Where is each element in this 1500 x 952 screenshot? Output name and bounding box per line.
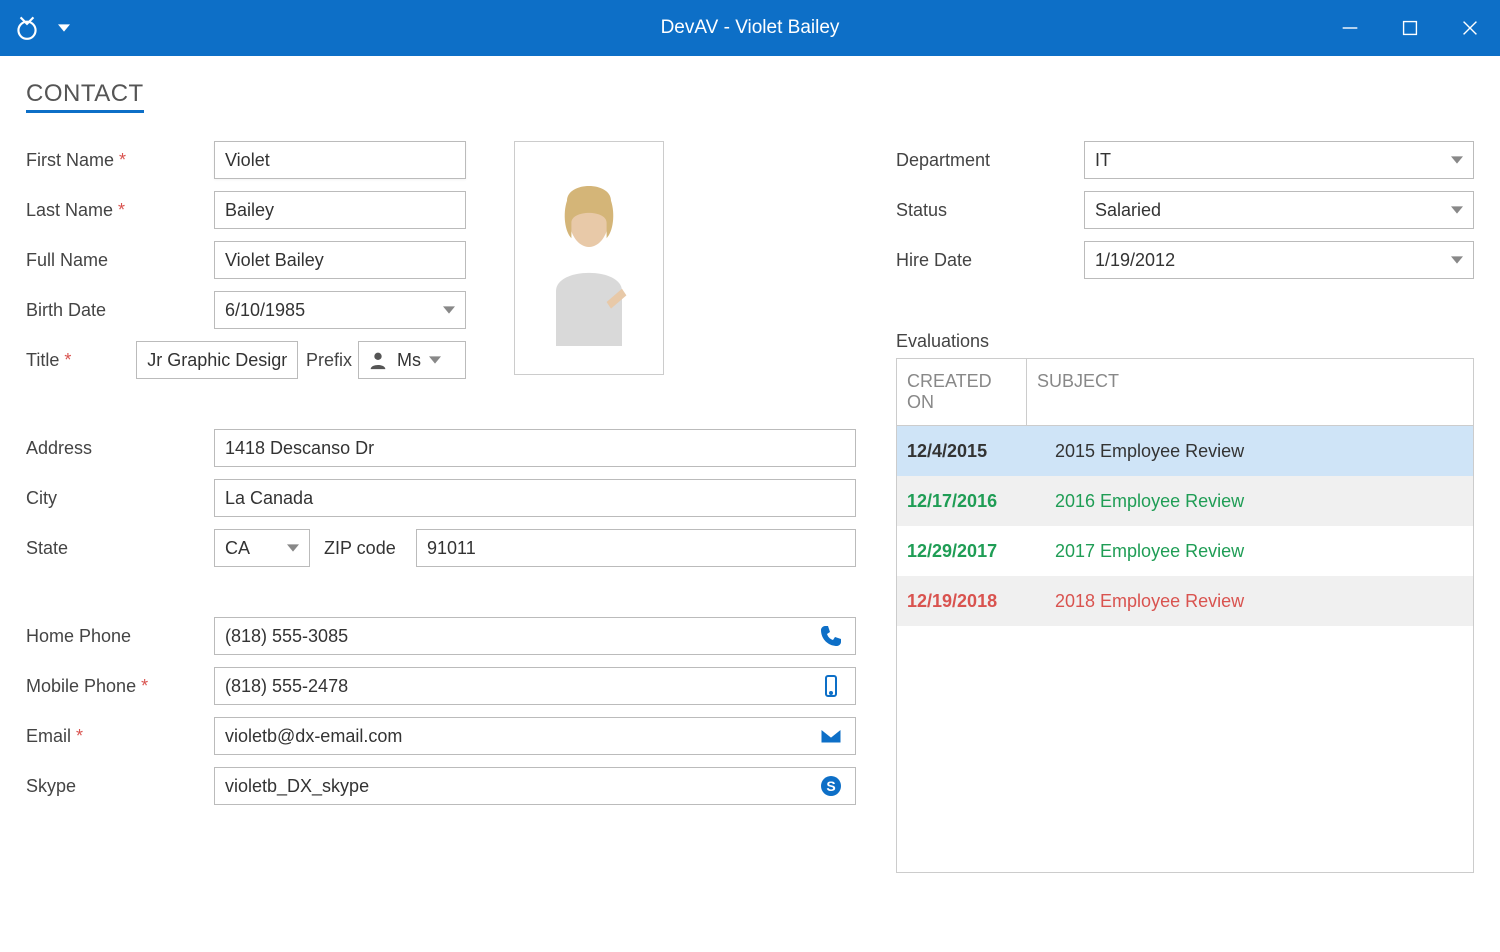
hire-date-picker[interactable]: 1/19/2012 [1084,241,1474,279]
birth-date-value: 6/10/1985 [225,300,305,321]
label-zip: ZIP code [318,538,408,559]
evaluation-date: 12/19/2018 [907,591,1055,612]
city-input[interactable] [214,479,856,517]
mobile-icon[interactable] [816,674,845,698]
eval-header-subject[interactable]: SUBJECT [1027,359,1473,425]
zip-input[interactable] [416,529,856,567]
contact-photo[interactable] [514,141,664,375]
chevron-down-icon [1451,204,1463,216]
label-birth-date: Birth Date [26,300,206,321]
last-name-input[interactable] [214,191,466,229]
label-mobile-phone: Mobile Phone [26,676,206,697]
quick-access-dropdown[interactable] [58,18,70,39]
first-name-input[interactable] [214,141,466,179]
prefix-value: Ms [397,350,421,371]
evaluation-subject: 2016 Employee Review [1055,491,1463,512]
label-email: Email [26,726,206,747]
status-combo[interactable]: Salaried [1084,191,1474,229]
evaluation-row[interactable]: 12/19/20182018 Employee Review [897,576,1473,626]
label-status: Status [896,200,1076,221]
evaluation-row[interactable]: 12/17/20162016 Employee Review [897,476,1473,526]
evaluation-row[interactable]: 12/29/20172017 Employee Review [897,526,1473,576]
department-combo[interactable]: IT [1084,141,1474,179]
label-title: Title [26,350,128,371]
skype-input[interactable]: S [214,767,856,805]
evaluation-date: 12/17/2016 [907,491,1055,512]
window-title: DevAV - Violet Bailey [661,17,840,39]
prefix-combo[interactable]: Ms [358,341,466,379]
label-first-name: First Name [26,150,206,171]
tab-contact[interactable]: CONTACT [26,80,144,113]
evaluations-grid: CREATED ON SUBJECT 12/4/20152015 Employe… [896,358,1474,873]
chevron-down-icon [429,354,441,366]
title-input[interactable] [136,341,298,379]
hire-date-value: 1/19/2012 [1095,250,1175,271]
label-last-name: Last Name [26,200,206,221]
label-full-name: Full Name [26,250,206,271]
evaluation-date: 12/29/2017 [907,541,1055,562]
label-home-phone: Home Phone [26,626,206,647]
window-minimize-button[interactable] [1320,0,1380,56]
label-city: City [26,488,206,509]
evaluation-subject: 2017 Employee Review [1055,541,1463,562]
window-maximize-button[interactable] [1380,0,1440,56]
department-value: IT [1095,150,1111,171]
svg-text:S: S [826,778,835,794]
evaluation-date: 12/4/2015 [907,441,1055,462]
label-department: Department [896,150,1076,171]
state-combo[interactable]: CA [214,529,310,567]
chevron-down-icon [443,304,455,316]
phone-icon[interactable] [816,624,845,648]
eval-header-created[interactable]: CREATED ON [897,359,1027,425]
label-address: Address [26,438,206,459]
evaluation-subject: 2018 Employee Review [1055,591,1463,612]
evaluation-subject: 2015 Employee Review [1055,441,1463,462]
person-icon [367,349,389,371]
mobile-phone-input[interactable] [214,667,856,705]
full-name-input[interactable] [214,241,466,279]
label-evaluations: Evaluations [896,331,1474,352]
chevron-down-icon [1451,254,1463,266]
evaluation-row[interactable]: 12/4/20152015 Employee Review [897,426,1473,476]
window-close-button[interactable] [1440,0,1500,56]
home-phone-input[interactable] [214,617,856,655]
birth-date-picker[interactable]: 6/10/1985 [214,291,466,329]
chevron-down-icon [287,542,299,554]
label-hire-date: Hire Date [896,250,1076,271]
email-icon[interactable] [816,724,845,748]
label-prefix: Prefix [306,350,352,371]
state-value: CA [225,538,250,559]
skype-icon[interactable]: S [816,774,845,798]
window-titlebar: DevAV - Violet Bailey [0,0,1500,56]
address-input[interactable] [214,429,856,467]
app-logo-icon [14,11,40,46]
status-value: Salaried [1095,200,1161,221]
chevron-down-icon [1451,154,1463,166]
label-skype: Skype [26,776,206,797]
label-state: State [26,538,206,559]
email-input[interactable] [214,717,856,755]
